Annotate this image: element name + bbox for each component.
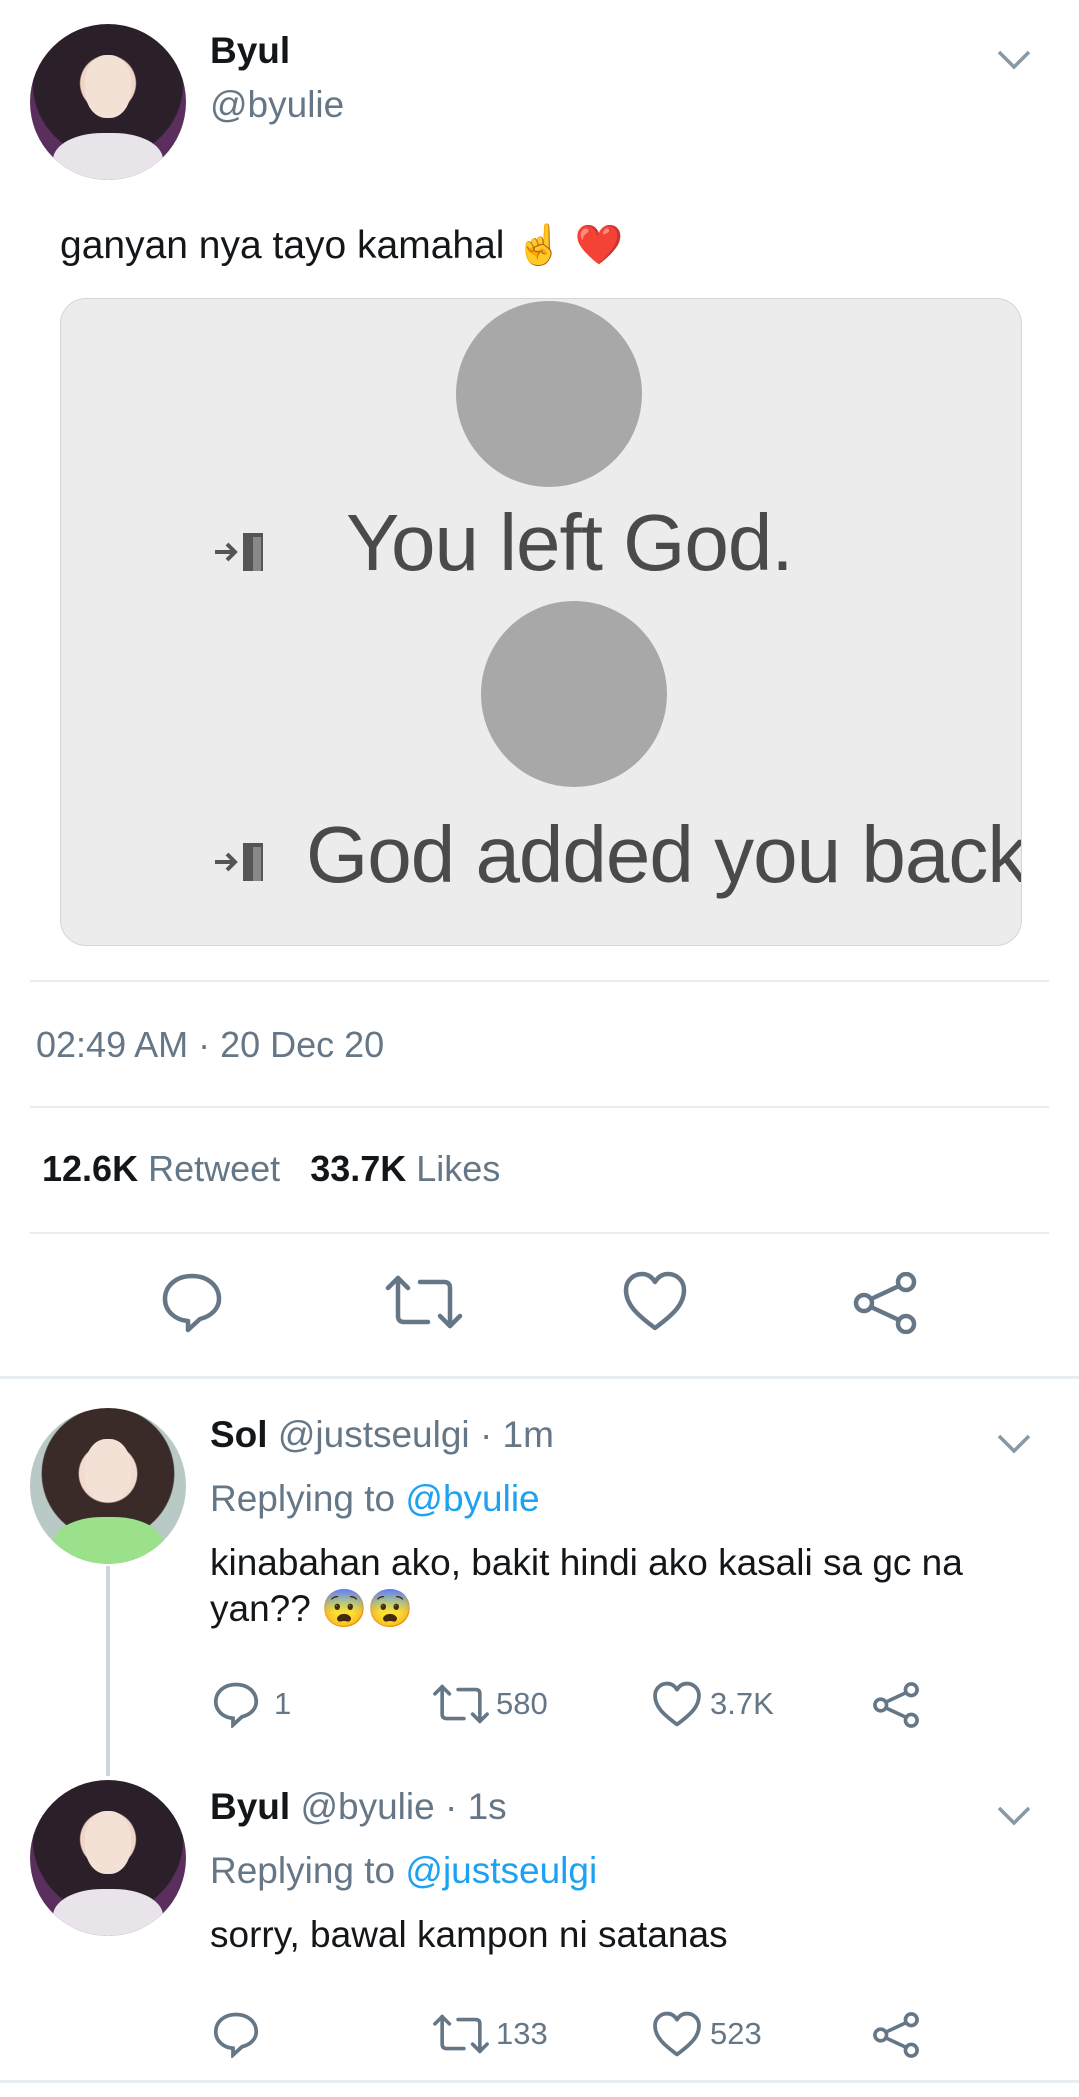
chevron-down-icon[interactable] [996,1804,1032,1828]
chevron-down-icon[interactable] [996,1432,1032,1456]
replying-to-link[interactable]: @byulie [405,1478,539,1519]
tweet-text: ganyan nya tayo kamahal ☝️ ❤️ [60,224,624,267]
reply-time: · 1m [479,1414,554,1455]
reply-author-handle[interactable]: @byulie [300,1786,434,1827]
like-action[interactable]: 3.7K [652,1680,774,1728]
retweet-label[interactable]: Retweet [148,1148,280,1189]
like-label[interactable]: Likes [416,1148,500,1189]
replying-prefix: Replying to [210,1478,396,1519]
avatar[interactable] [30,1780,186,1936]
thread-line [106,1566,110,1776]
retweet-count[interactable]: 12.6K [42,1148,138,1189]
reply-icon[interactable] [160,1270,224,1334]
reply-count: 1 [274,1686,292,1721]
reply-action[interactable]: 1 [212,1680,291,1728]
reply-author-name[interactable]: Sol [210,1414,268,1455]
retweet-icon[interactable] [384,1270,464,1334]
reply-header: Byul @byulie · 1s [210,1786,507,1828]
replying-to-link[interactable]: @justseulgi [405,1850,597,1891]
divider [30,980,1049,982]
avatar[interactable] [30,24,186,180]
author-name[interactable]: Byul [210,30,290,72]
reply-text: kinabahan ako, bakit hindi ako kasali sa… [210,1540,963,1632]
reply-text: sorry, bawal kampon ni satanas [210,1914,728,1955]
tweet-stats: 12.6K Retweet 33.7K Likes [42,1148,500,1190]
divider [30,1106,1049,1108]
tweet-media[interactable]: You left God. God added you back. [60,298,1022,946]
door-icon [215,533,263,571]
retweet-count: 133 [496,2016,548,2051]
reply-icon[interactable] [212,1680,260,1728]
like-icon[interactable] [652,1680,702,1728]
bottom-divider [0,2080,1079,2083]
retweet-icon[interactable] [432,2010,490,2058]
share-icon[interactable] [872,2012,920,2058]
reply-time: · 1s [444,1786,507,1827]
retweet-count: 580 [496,1686,548,1721]
meme-line-2: God added you back. [306,810,1022,899]
retweet-action[interactable]: 133 [432,2010,548,2058]
like-count: 3.7K [710,1686,774,1721]
tweet-timestamp: 02:49 AM · 20 Dec 20 [36,1024,385,1065]
door-icon [215,843,263,881]
share-icon[interactable] [872,1682,920,1728]
section-divider [0,1376,1079,1379]
replying-to: Replying to @justseulgi [210,1850,597,1892]
author-handle[interactable]: @byulie [210,84,344,126]
retweet-action[interactable]: 580 [432,1680,548,1728]
like-count[interactable]: 33.7K [310,1148,406,1189]
like-icon[interactable] [652,2010,702,2058]
avatar[interactable] [30,1408,186,1564]
reply-text-line: kinabahan ako, bakit hindi ako kasali sa… [210,1542,963,1583]
divider [30,1232,1049,1234]
chevron-down-icon[interactable] [996,48,1032,72]
replying-to: Replying to @byulie [210,1478,540,1520]
like-icon[interactable] [622,1270,688,1332]
like-count: 523 [710,2016,762,2051]
retweet-icon[interactable] [432,1680,490,1728]
reply-author-handle[interactable]: @justseulgi [278,1414,470,1455]
share-icon[interactable] [852,1272,918,1334]
reply-icon[interactable] [212,2010,260,2058]
meme-line-1: You left God. [346,498,794,587]
replying-prefix: Replying to [210,1850,396,1891]
reply-text-line: yan?? 😨😨 [210,1588,414,1629]
reply-header: Sol @justseulgi · 1m [210,1414,554,1456]
like-action[interactable]: 523 [652,2010,762,2058]
reply-author-name[interactable]: Byul [210,1786,290,1827]
